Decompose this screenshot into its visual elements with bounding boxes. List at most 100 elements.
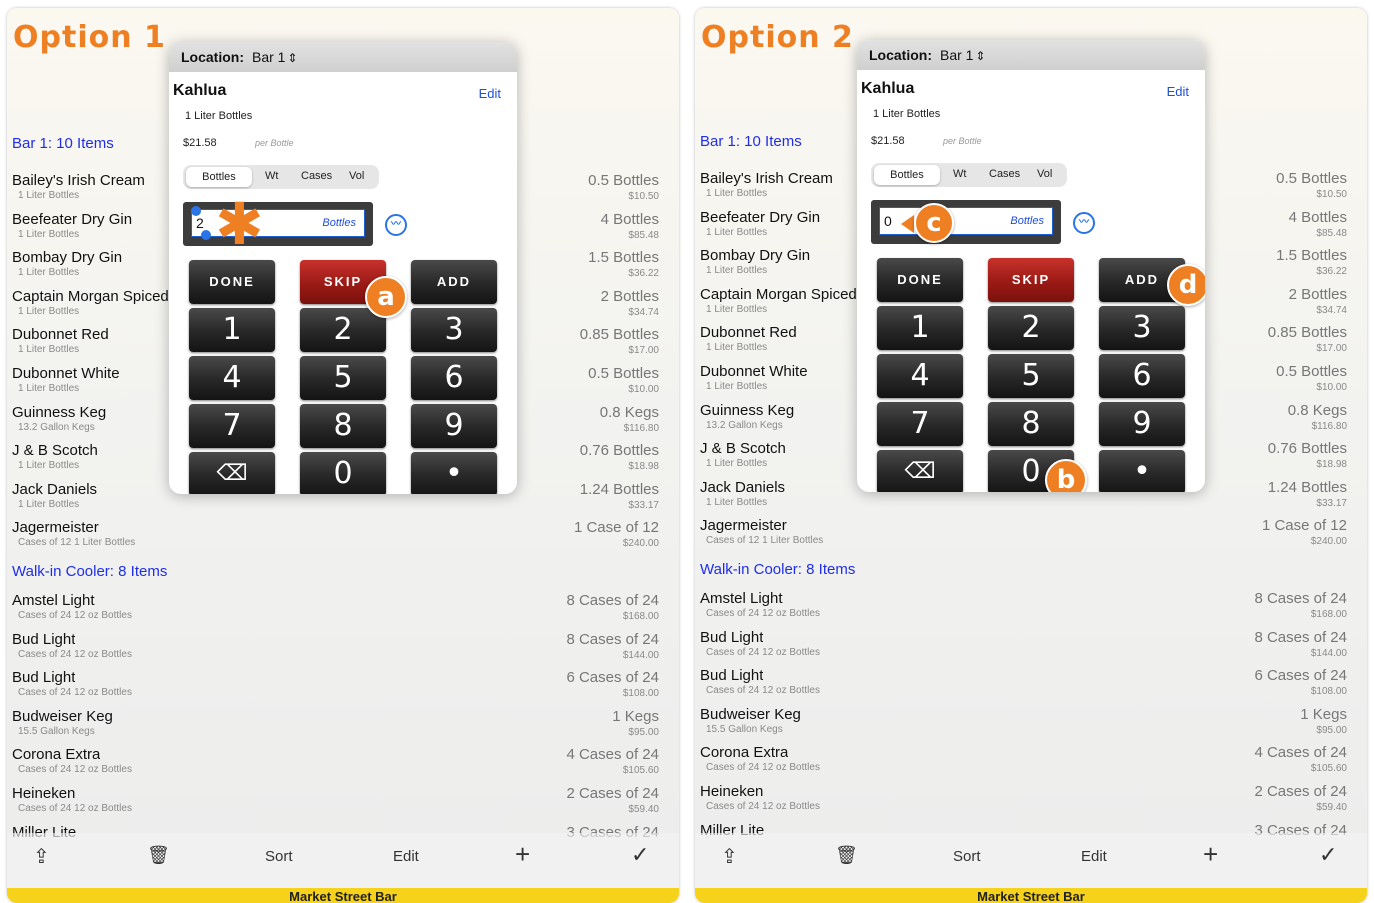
list-item[interactable]: Jagermeister Cases of 12 1 Liter Bottles 1… <box>695 515 1355 554</box>
item-value: $10.50 <box>1316 189 1347 200</box>
list-item[interactable]: Heineken Cases of 24 12 oz Bottles 2 Cases… <box>695 781 1355 820</box>
digit-4-button[interactable]: 4 <box>877 354 963 398</box>
selected-item-unit: 1 Liter Bottles <box>873 108 941 120</box>
tab-volume[interactable]: Vol <box>1037 168 1052 180</box>
price-per-label: per Bottle <box>943 136 982 146</box>
tab-cases[interactable]: Cases <box>989 168 1020 180</box>
section-header-cooler[interactable]: Walk-in Cooler: 8 Items <box>700 561 855 578</box>
digit-9-button[interactable]: 9 <box>411 404 497 448</box>
venue-footer: Market Street Bar <box>695 888 1367 903</box>
add-button[interactable]: ADD <box>411 260 497 304</box>
checkmark-icon[interactable]: ✓ <box>631 842 649 868</box>
digit-9-button[interactable]: 9 <box>1099 402 1185 446</box>
digit-7-button[interactable]: 7 <box>877 402 963 446</box>
digit-3-button[interactable]: 3 <box>411 308 497 352</box>
item-value: $95.00 <box>628 726 659 738</box>
item-name: Heineken <box>700 782 764 800</box>
digit-8-button[interactable]: 8 <box>300 404 386 448</box>
list-item[interactable]: Bud Light Cases of 24 12 oz Bottles 6 Case… <box>7 667 667 706</box>
location-bar: Location: Bar 1 ⇕ <box>169 42 517 72</box>
share-icon[interactable]: ⇪ <box>33 844 50 869</box>
digit-6-button[interactable]: 6 <box>411 356 497 400</box>
voice-input-icon[interactable]: 〰 <box>1073 212 1095 234</box>
decimal-button[interactable]: • <box>411 452 497 494</box>
digit-6-button[interactable]: 6 <box>1099 354 1185 398</box>
section-header-cooler[interactable]: Walk-in Cooler: 8 Items <box>12 563 167 580</box>
digit-0-button[interactable]: 0 <box>300 452 386 494</box>
edit-item-link[interactable]: Edit <box>1167 84 1189 99</box>
list-item[interactable]: Amstel Light Cases of 24 12 oz Bottles 8 C… <box>7 590 667 629</box>
item-unit: Cases of 24 12 oz Bottles <box>18 610 132 621</box>
list-item[interactable]: Corona Extra Cases of 24 12 oz Bottles 4 C… <box>7 744 667 783</box>
tab-cases[interactable]: Cases <box>301 170 332 182</box>
section-header-bar[interactable]: Bar 1: 10 Items <box>12 135 114 152</box>
share-icon[interactable]: ⇪ <box>721 844 738 869</box>
trash-icon[interactable]: 🗑 <box>835 845 858 866</box>
list-item[interactable]: Bud Light Cases of 24 12 oz Bottles 8 Case… <box>7 629 667 668</box>
item-quantity: 4 Bottles <box>600 210 659 228</box>
item-unit: Cases of 12 1 Liter Bottles <box>706 535 824 547</box>
location-selector[interactable]: Location: Bar 1 ⇕ <box>869 47 986 63</box>
add-icon[interactable]: + <box>515 839 530 870</box>
item-value: $34.74 <box>1316 304 1347 316</box>
count-popover: Location: Bar 1 ⇕ Kahlua Edit 1 Liter Bottles… <box>169 42 517 494</box>
list-item[interactable]: Corona Extra Cases of 24 12 oz Bottles 4 C… <box>695 742 1355 781</box>
done-button[interactable]: DONE <box>877 258 963 302</box>
tab-weight[interactable]: Wt <box>265 170 278 182</box>
digit-1-button[interactable]: 1 <box>189 308 275 352</box>
edit-button[interactable]: Edit <box>393 848 419 865</box>
digit-8-button[interactable]: 8 <box>988 402 1074 446</box>
item-unit: Cases of 24 12 oz Bottles <box>706 646 820 658</box>
item-value: $168.00 <box>1310 609 1347 620</box>
skip-button[interactable]: SKIP <box>988 258 1074 302</box>
quantity-value[interactable]: 0 <box>884 213 892 229</box>
list-item[interactable]: Amstel Light Cases of 24 12 oz Bottles 8 C… <box>695 588 1355 627</box>
quantity-value[interactable]: 2 <box>196 215 204 231</box>
trash-icon[interactable]: 🗑 <box>147 845 170 866</box>
list-item[interactable]: Bud Light Cases of 24 12 oz Bottles 6 Case… <box>695 665 1355 704</box>
decimal-button[interactable]: • <box>1099 450 1185 492</box>
list-item[interactable]: Heineken Cases of 24 12 oz Bottles 2 Cases… <box>7 783 667 822</box>
location-bar: Location: Bar 1 ⇕ <box>857 40 1205 70</box>
list-item[interactable]: Budweiser Keg 15.5 Gallon Kegs 1 Kegs $95.0… <box>695 704 1355 743</box>
digit-5-button[interactable]: 5 <box>300 356 386 400</box>
edit-button[interactable]: Edit <box>1081 848 1107 865</box>
item-name: Jagermeister <box>12 519 99 537</box>
add-icon[interactable]: + <box>1203 839 1218 870</box>
backspace-button[interactable]: ⌫ <box>877 450 963 492</box>
item-name: Beefeater Dry Gin <box>12 210 133 228</box>
item-quantity: 4 Cases of 24 <box>566 746 659 764</box>
list-item[interactable]: Budweiser Keg 15.5 Gallon Kegs 1 Kegs $95.0… <box>7 706 667 745</box>
location-value[interactable]: Bar 1 <box>252 49 285 65</box>
digit-1-button[interactable]: 1 <box>877 306 963 350</box>
digit-3-button[interactable]: 3 <box>1099 306 1185 350</box>
location-value[interactable]: Bar 1 <box>940 47 973 63</box>
item-value: $18.98 <box>628 461 659 473</box>
section-header-bar[interactable]: Bar 1: 10 Items <box>700 133 802 150</box>
chevron-updown-icon[interactable]: ⇕ <box>287 51 297 65</box>
digit-2-button[interactable]: 2 <box>300 308 386 352</box>
list-item[interactable]: Jagermeister Cases of 12 1 Liter Bottles 1… <box>7 517 667 556</box>
digit-2-button[interactable]: 2 <box>988 306 1074 350</box>
tab-bottles[interactable]: Bottles <box>874 165 940 185</box>
item-name: Dubonnet White <box>12 364 120 382</box>
location-selector[interactable]: Location: Bar 1 ⇕ <box>181 49 298 65</box>
backspace-button[interactable]: ⌫ <box>189 452 275 494</box>
voice-input-icon[interactable]: 〰 <box>385 214 407 236</box>
item-name: Budweiser Keg <box>700 705 801 723</box>
tab-weight[interactable]: Wt <box>953 168 966 180</box>
done-button[interactable]: DONE <box>189 260 275 304</box>
checkmark-icon[interactable]: ✓ <box>1319 842 1337 868</box>
tab-volume[interactable]: Vol <box>349 170 364 182</box>
tab-bottles[interactable]: Bottles <box>186 167 252 187</box>
digit-5-button[interactable]: 5 <box>988 354 1074 398</box>
edit-item-link[interactable]: Edit <box>479 86 501 101</box>
digit-4-button[interactable]: 4 <box>189 356 275 400</box>
chevron-updown-icon[interactable]: ⇕ <box>975 49 985 63</box>
item-value: $59.40 <box>628 803 659 815</box>
item-quantity: 0.8 Kegs <box>1287 401 1347 419</box>
sort-button[interactable]: Sort <box>953 848 981 865</box>
sort-button[interactable]: Sort <box>265 848 293 865</box>
digit-7-button[interactable]: 7 <box>189 404 275 448</box>
list-item[interactable]: Bud Light Cases of 24 12 oz Bottles 8 Case… <box>695 627 1355 666</box>
